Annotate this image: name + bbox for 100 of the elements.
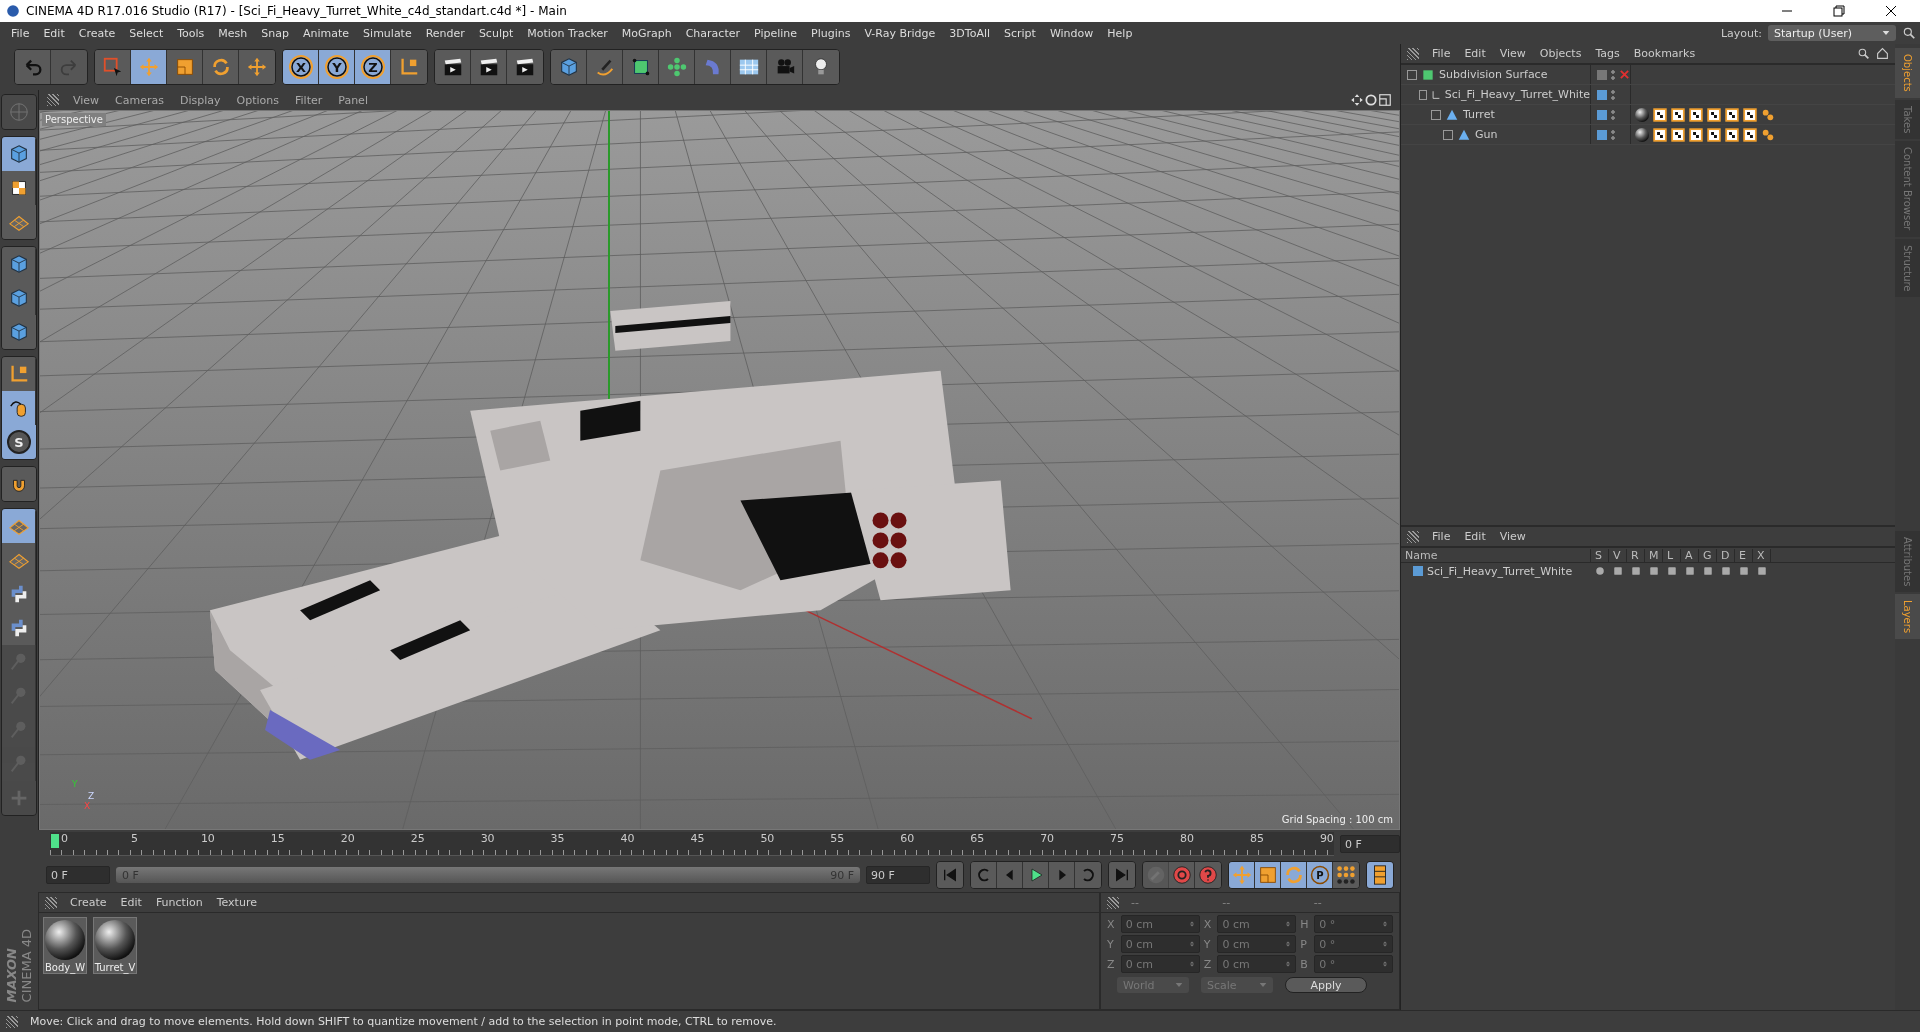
- layer-name[interactable]: Sci_Fi_Heavy_Turret_White: [1427, 564, 1573, 578]
- object-name[interactable]: Gun: [1475, 128, 1498, 141]
- material-menu-item[interactable]: Function: [148, 896, 210, 909]
- layer-menu-item[interactable]: File: [1425, 530, 1458, 543]
- object-menu-item[interactable]: File: [1425, 47, 1458, 60]
- viewport-menu-item[interactable]: Cameras: [107, 93, 172, 107]
- next-key-button[interactable]: [1075, 862, 1101, 888]
- tool-button[interactable]: [2, 357, 36, 391]
- play-button[interactable]: [1023, 862, 1049, 888]
- layout-dropdown[interactable]: Startup (User): [1768, 25, 1896, 41]
- menu-item[interactable]: File: [4, 26, 37, 40]
- menu-item[interactable]: Snap: [254, 26, 296, 40]
- menu-item[interactable]: Tools: [170, 26, 212, 40]
- layer-menu-item[interactable]: View: [1492, 530, 1533, 543]
- material-menu-item[interactable]: Texture: [209, 896, 264, 909]
- tree-expander[interactable]: [1407, 69, 1417, 80]
- end-frame-field[interactable]: 90 F: [866, 866, 930, 884]
- menu-item[interactable]: Animate: [296, 26, 357, 40]
- viewport-menu-item[interactable]: Panel: [330, 93, 376, 107]
- viewport-menu-item[interactable]: Display: [172, 93, 229, 107]
- menu-item[interactable]: Create: [71, 26, 123, 40]
- menu-item[interactable]: Plugins: [804, 26, 858, 40]
- tree-expander[interactable]: [1419, 89, 1427, 100]
- object-menu-item[interactable]: View: [1492, 47, 1533, 60]
- menu-item[interactable]: Render: [418, 26, 472, 40]
- menu-item[interactable]: MoGraph: [614, 26, 679, 40]
- layer-square[interactable]: [1597, 69, 1607, 80]
- first-frame-button[interactable]: [937, 862, 963, 888]
- visibility-dots[interactable]: [1611, 88, 1615, 101]
- start-frame-field[interactable]: 0 F: [46, 866, 110, 884]
- menu-item[interactable]: Character: [678, 26, 747, 40]
- menu-item[interactable]: Simulate: [356, 26, 419, 40]
- object-menu-item[interactable]: Edit: [1457, 47, 1493, 60]
- tree-expander[interactable]: [1431, 109, 1441, 120]
- tool-button[interactable]: [659, 50, 695, 84]
- side-tab[interactable]: Layers: [1895, 594, 1920, 640]
- object-name[interactable]: Sci_Fi_Heavy_Turret_White: [1444, 88, 1590, 101]
- viewport-menu-item[interactable]: Filter: [287, 93, 331, 107]
- tool-button[interactable]: [131, 50, 167, 84]
- material-tag[interactable]: [1635, 127, 1649, 142]
- previous-key-button[interactable]: [971, 862, 997, 888]
- object-menu-item[interactable]: Objects: [1532, 47, 1589, 60]
- layer-square[interactable]: [1597, 89, 1607, 100]
- tree-expander[interactable]: [1443, 129, 1453, 140]
- tool-button[interactable]: [2, 171, 36, 205]
- menu-item[interactable]: Pipeline: [747, 26, 805, 40]
- visibility-dots[interactable]: [1611, 68, 1615, 81]
- tool-button[interactable]: [1229, 862, 1255, 888]
- panel-grip[interactable]: [1107, 896, 1119, 909]
- timeline-ruler[interactable]: 0 5 10 15 20 25 30 35 40 45 50 55 60 65 70 75 80 85 90: [50, 832, 1334, 856]
- visibility-dots[interactable]: [1611, 128, 1615, 141]
- layer-square[interactable]: [1597, 109, 1607, 120]
- menu-item[interactable]: Window: [1042, 26, 1101, 40]
- menu-item[interactable]: Select: [122, 26, 171, 40]
- menu-item[interactable]: Script: [997, 26, 1043, 40]
- visibility-dots[interactable]: [1611, 108, 1615, 121]
- viewport-menu-item[interactable]: Options: [228, 93, 287, 107]
- menu-item[interactable]: V-Ray Bridge: [857, 26, 943, 40]
- menu-item[interactable]: Mesh: [211, 26, 255, 40]
- tool-button[interactable]: [507, 50, 543, 84]
- tool-button[interactable]: [1367, 862, 1393, 888]
- tool-button[interactable]: [2, 391, 36, 425]
- panel-grip[interactable]: [47, 94, 59, 106]
- panel-grip[interactable]: [1407, 47, 1419, 60]
- material-swatch[interactable]: Turret_V: [93, 917, 137, 974]
- panel-grip[interactable]: [45, 896, 57, 909]
- tool-button[interactable]: [623, 50, 659, 84]
- layer-menu-item[interactable]: Edit: [1457, 530, 1493, 543]
- menu-item[interactable]: Motion Tracker: [520, 26, 615, 40]
- material-swatch[interactable]: Body_W: [43, 917, 87, 974]
- current-frame-field[interactable]: 0 F: [1340, 835, 1400, 853]
- material-tag[interactable]: [1635, 107, 1649, 122]
- material-menu-item[interactable]: Create: [63, 896, 114, 909]
- apply-button[interactable]: Apply: [1285, 977, 1367, 993]
- object-name[interactable]: Turret: [1463, 108, 1495, 121]
- viewport-menu-item[interactable]: View: [65, 93, 108, 107]
- tool-button[interactable]: [1255, 862, 1281, 888]
- tool-button[interactable]: [1333, 862, 1359, 888]
- menu-item[interactable]: Help: [1100, 26, 1140, 40]
- menu-item[interactable]: Sculpt: [471, 26, 521, 40]
- menu-item[interactable]: Edit: [36, 26, 72, 40]
- tool-button[interactable]: [167, 50, 203, 84]
- object-menu-item[interactable]: Tags: [1588, 47, 1627, 60]
- object-name[interactable]: Subdivision Surface: [1439, 68, 1548, 81]
- tool-button[interactable]: [803, 50, 839, 84]
- layer-square[interactable]: [1597, 129, 1607, 140]
- layer-color-swatch[interactable]: [1413, 566, 1423, 576]
- object-menu-item[interactable]: Bookmarks: [1626, 47, 1703, 60]
- tool-button[interactable]: [2, 611, 36, 645]
- panel-grip[interactable]: [6, 1015, 18, 1028]
- tool-button[interactable]: [435, 50, 471, 84]
- panel-grip[interactable]: [1407, 530, 1419, 543]
- tool-button[interactable]: [203, 50, 239, 84]
- menu-item[interactable]: 3DToAll: [942, 26, 997, 40]
- tool-button[interactable]: [471, 50, 507, 84]
- tool-button[interactable]: [1281, 862, 1307, 888]
- tool-button[interactable]: [731, 50, 767, 84]
- last-frame-button[interactable]: [1109, 862, 1135, 888]
- side-tab[interactable]: Objects: [1895, 48, 1920, 98]
- material-menu-item[interactable]: Edit: [113, 896, 149, 909]
